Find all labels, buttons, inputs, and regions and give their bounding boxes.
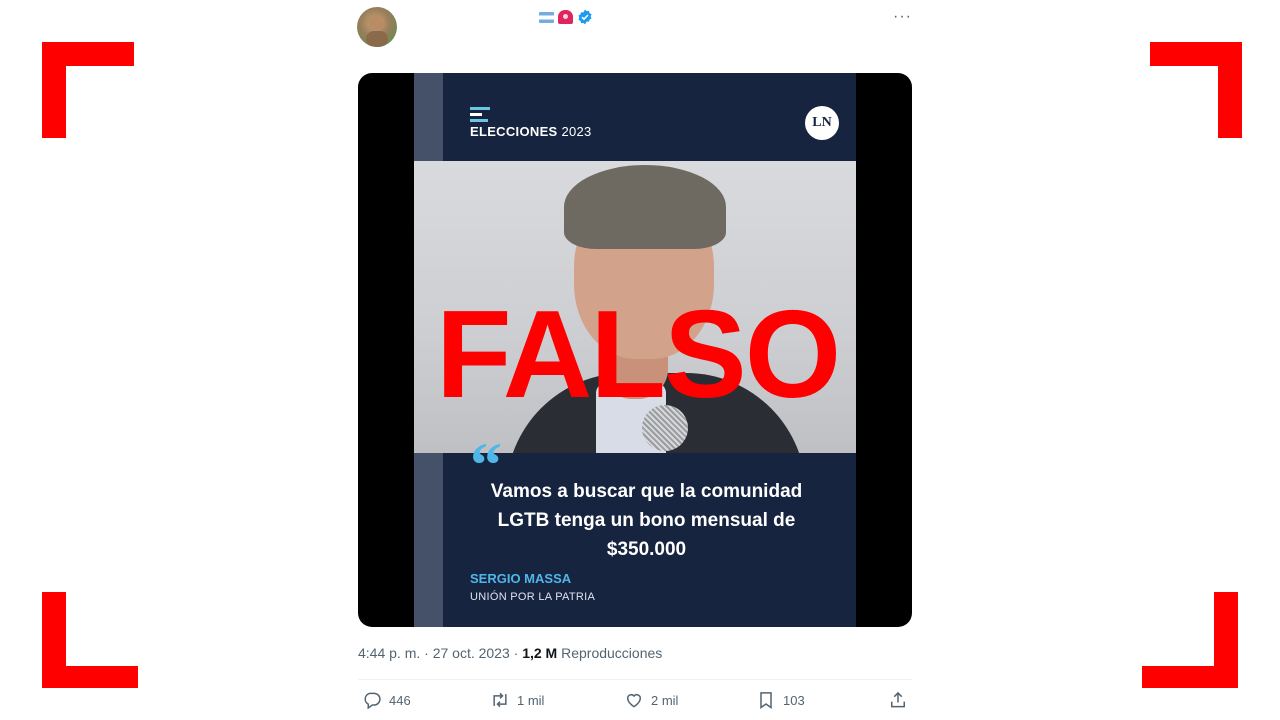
display-name-emojis [539,9,593,25]
kicker-label: ELECCIONES [470,124,558,139]
like-count: 2 mil [651,692,679,708]
share-button[interactable] [888,690,908,710]
share-icon [891,691,905,708]
corner-bracket-top-left [42,42,138,138]
views-label: Reproducciones [557,645,663,661]
reply-count: 446 [389,692,411,708]
corner-bracket-top-right [1146,42,1242,138]
divider [358,679,912,680]
repost-icon [493,692,507,708]
corner-bracket-bottom-left [42,592,138,688]
like-button[interactable]: 2 mil [624,690,678,710]
views-count: 1,2 M [522,645,558,661]
avatar[interactable] [357,7,397,47]
repost-button[interactable]: 1 mil [490,690,544,710]
siren-icon [558,10,573,24]
like-icon [627,694,641,708]
quote-author: SERGIO MASSA [470,571,572,586]
quote-text: Vamos a buscar que la comunidad LGTB ten… [490,481,803,560]
action-bar: 446 1 mil 2 mil 103 [358,690,912,716]
timestamp[interactable]: 4:44 p. m. · 27 oct. 2023 · [358,645,522,661]
false-stamp: FALSO [435,286,841,424]
verified-badge-icon[interactable] [577,9,593,25]
quote-party: UNIÓN POR LA PATRIA [470,591,596,603]
elections-logo-icon [470,107,490,125]
kicker-year: 2023 [561,124,592,139]
tweet-meta: 4:44 p. m. · 27 oct. 2023 · 1,2 M Reprod… [358,645,662,661]
avatar-photo [366,15,388,47]
bookmark-count: 103 [783,692,805,708]
publisher-logo: LN [805,106,839,140]
reply-button[interactable]: 446 [362,690,411,710]
more-options-button[interactable]: ··· [893,8,912,26]
bookmark-icon [760,692,772,709]
reply-icon [364,692,381,710]
argentina-flag-icon [539,11,554,23]
bookmark-button[interactable]: 103 [756,690,805,710]
card-kicker: ELECCIONES 2023 [470,124,592,139]
corner-bracket-bottom-right [1142,592,1238,688]
repost-count: 1 mil [517,692,545,708]
